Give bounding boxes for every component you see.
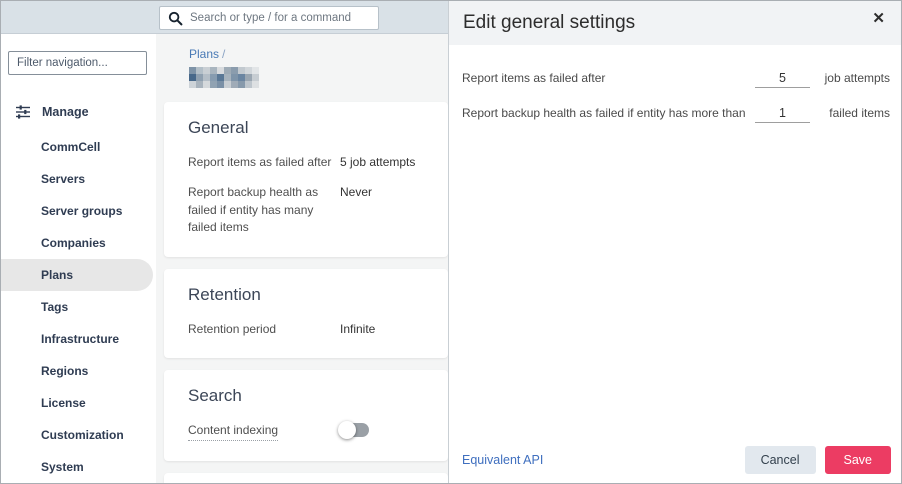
search-icon (168, 11, 183, 25)
retention-row-period: Retention period Infinite (188, 321, 376, 336)
general-row-failed-after: Report items as failed after 5 job attem… (188, 155, 416, 169)
app-window: Manage CommCellServersServer groupsCompa… (0, 0, 902, 484)
plan-details-pane: Plans / General Report items as failed af… (156, 34, 448, 483)
toggle-knob (338, 420, 356, 439)
sidebar-item-commcell[interactable]: CommCell (1, 131, 156, 163)
panel-title: Edit general settings (463, 12, 636, 33)
sidebar-item-customization[interactable]: Customization (1, 419, 156, 451)
failed-items-input[interactable] (755, 104, 810, 123)
sidebar-item-system[interactable]: System (1, 451, 156, 483)
search-input[interactable] (190, 12, 370, 24)
sidebar-section-label: Manage (42, 105, 89, 119)
sidebar-nav: CommCell Servers Server groups Companies Pla… (1, 131, 156, 483)
breadcrumb-plans-link[interactable]: Plans (189, 47, 219, 61)
panel-footer: Equivalent API Cancel Save (449, 435, 901, 483)
panel-body: Report items as failed after job attempt… (449, 45, 901, 123)
general-card: General Report items as failed after 5 j… (164, 102, 448, 257)
breadcrumb-separator: / (222, 47, 226, 61)
search-row-content-indexing: Content indexing (188, 420, 424, 442)
breadcrumb: Plans / (156, 34, 448, 61)
sidebar-item-companies[interactable]: Companies (1, 227, 156, 259)
next-card-partial (164, 473, 448, 483)
general-card-title: General (188, 118, 249, 137)
sidebar-item-tags[interactable]: Tags (1, 291, 156, 323)
edit-general-settings-panel: Edit general settings ✕ Report items as … (448, 1, 901, 483)
close-icon[interactable]: ✕ (868, 7, 889, 30)
sliders-icon (16, 105, 30, 119)
search-card-title: Search (188, 385, 242, 405)
sidebar-item-regions[interactable]: Regions (1, 355, 156, 387)
sidebar-section-manage[interactable]: Manage (1, 98, 156, 126)
cancel-button[interactable]: Cancel (744, 446, 816, 474)
field-backup-health: Report backup health as failed if entity… (462, 104, 890, 123)
save-button[interactable]: Save (824, 446, 891, 474)
sidebar-item-server-groups[interactable]: Server groups (1, 195, 156, 227)
sidebar-item-infrastructure[interactable]: Infrastructure (1, 323, 156, 355)
retention-card-title: Retention (188, 284, 261, 304)
sidebar-item-license[interactable]: License (1, 387, 156, 419)
job-attempts-input[interactable] (755, 69, 810, 88)
filter-navigation-input[interactable] (8, 51, 147, 75)
sidebar-item-plans[interactable]: Plans (1, 259, 153, 291)
retention-card: Retention Retention period Infinite (164, 268, 448, 358)
search-card: Search Content indexing (164, 369, 448, 462)
sidebar-item-servers[interactable]: Servers (1, 163, 156, 195)
sidebar: Manage CommCellServersServer groupsCompa… (1, 34, 156, 483)
content-indexing-toggle[interactable] (338, 420, 369, 439)
field-report-items-failed: Report items as failed after job attempt… (462, 69, 890, 88)
general-row-backup-health: Report backup health as failed if entity… (188, 185, 373, 235)
top-bar (1, 1, 448, 34)
redacted-plan-name (189, 67, 259, 88)
panel-header: Edit general settings ✕ (449, 1, 901, 45)
equivalent-api-link[interactable]: Equivalent API (462, 453, 745, 467)
command-search[interactable] (159, 6, 379, 30)
